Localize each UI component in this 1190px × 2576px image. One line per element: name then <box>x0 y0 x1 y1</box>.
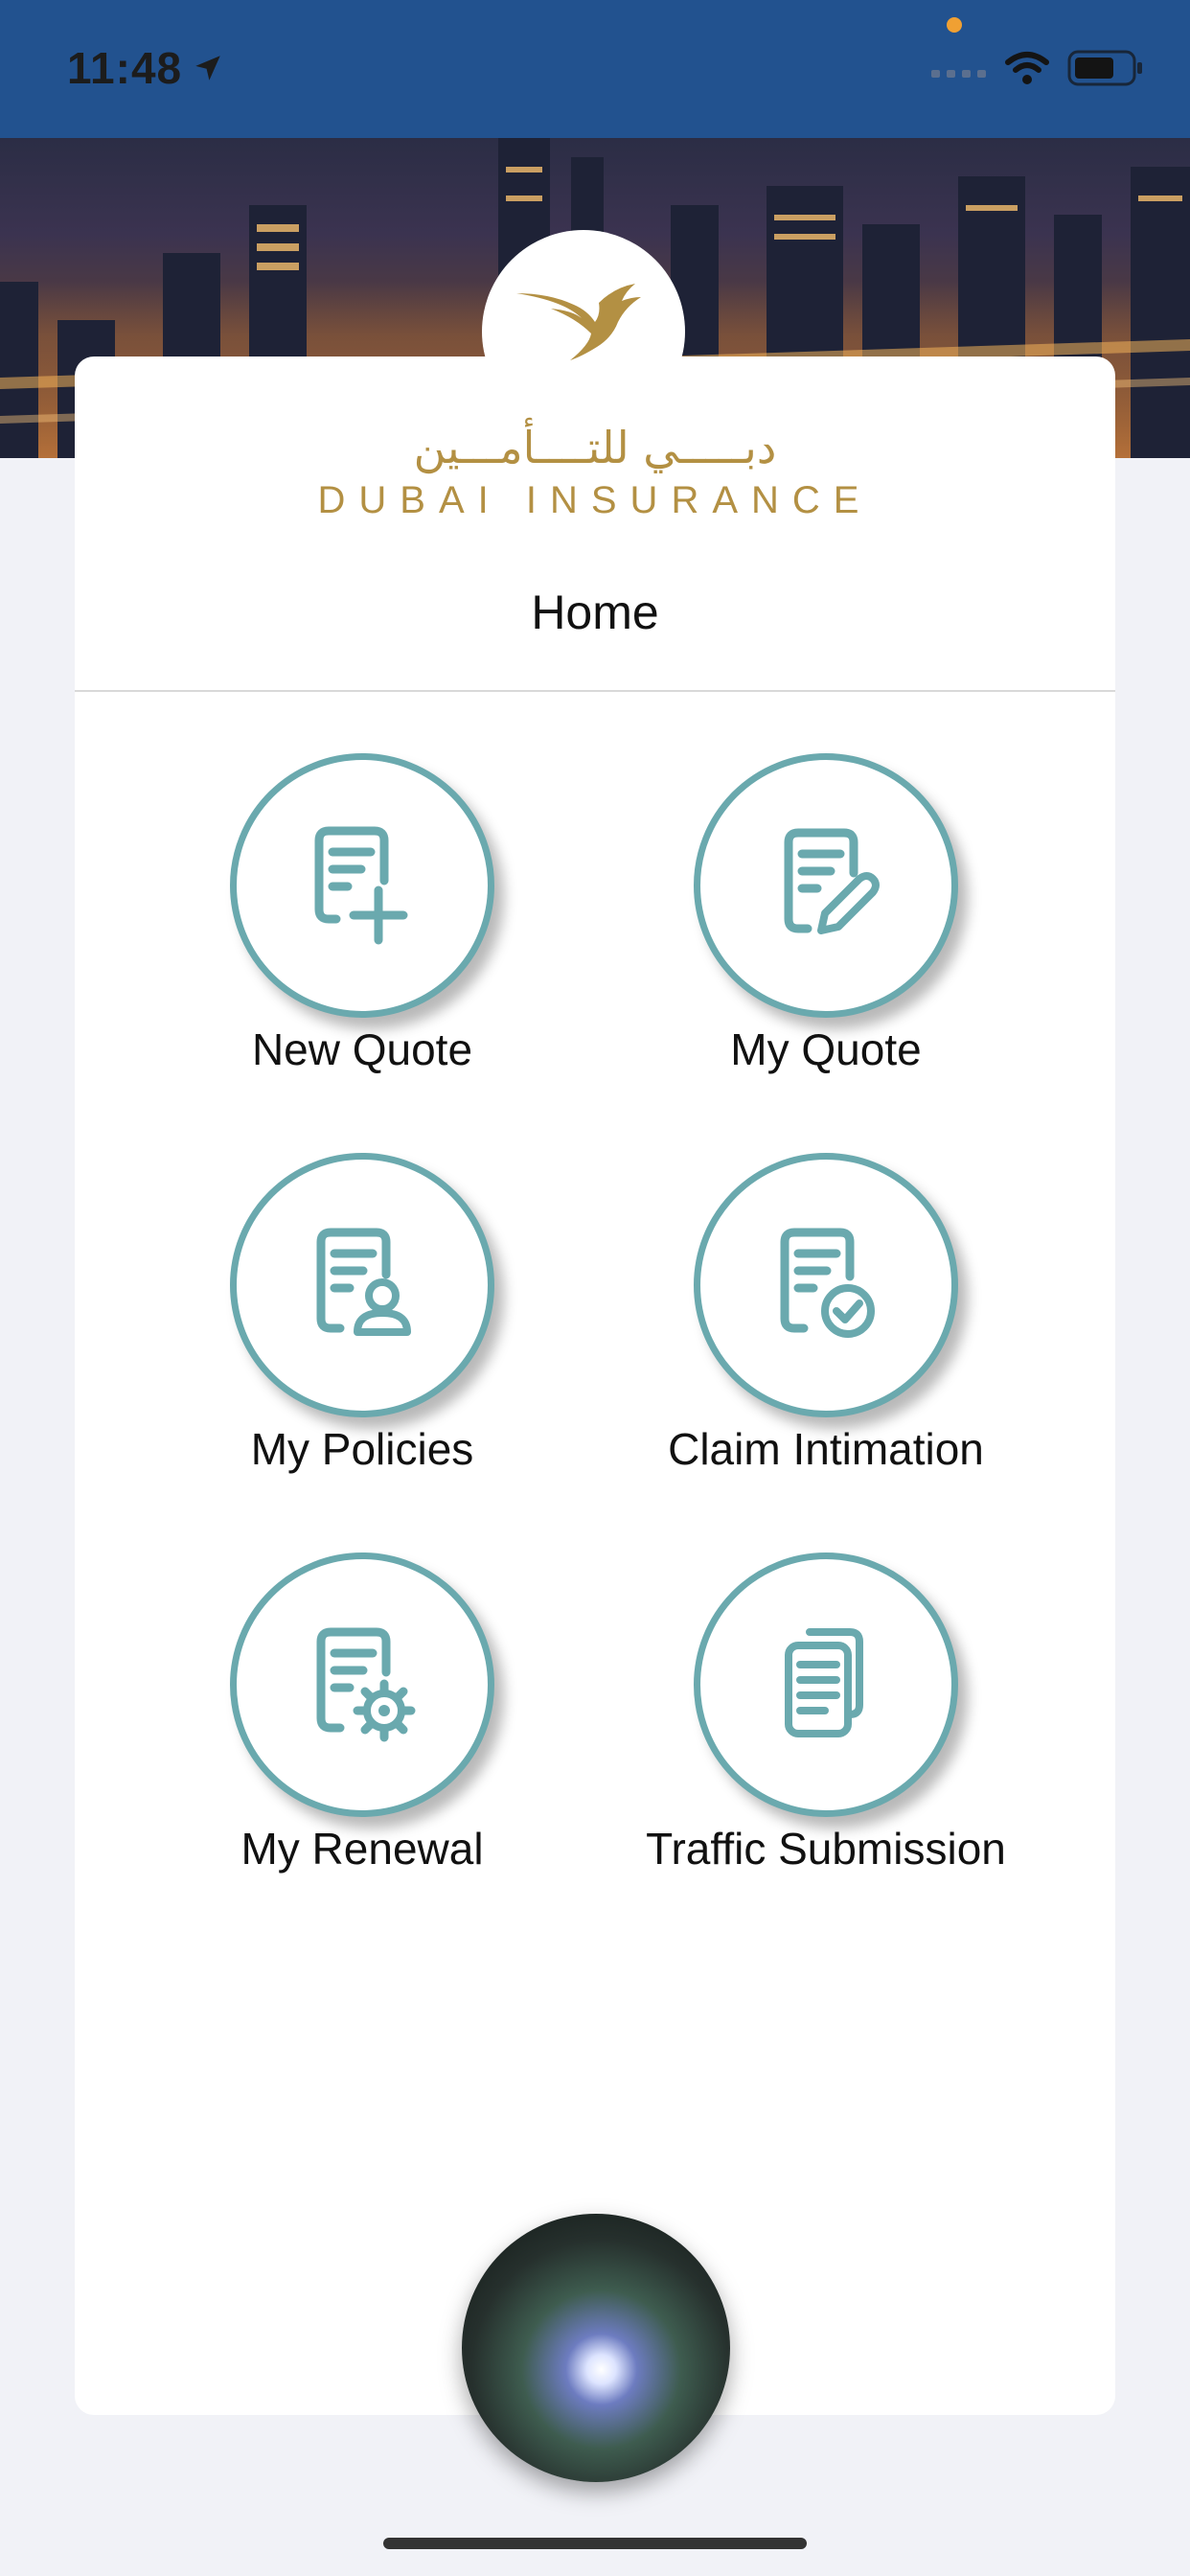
menu-tile-new-quote[interactable]: New Quote <box>132 753 592 1075</box>
menu-tile-claim-intimation[interactable]: Claim Intimation <box>596 1153 1056 1475</box>
location-arrow-icon <box>195 56 220 80</box>
battery-icon <box>1067 50 1142 86</box>
document-edit-icon <box>784 828 880 934</box>
header-divider <box>75 690 1115 692</box>
status-time-text: 11:48 <box>67 43 183 93</box>
menu-tile-traffic-submission[interactable]: Traffic Submission <box>596 1552 1056 1874</box>
signal-icon <box>931 70 986 78</box>
claim-intimation-label: Claim Intimation <box>668 1424 984 1474</box>
privacy-indicator-dot <box>947 17 962 33</box>
status-icons <box>931 50 1144 86</box>
wifi-icon <box>1005 52 1049 84</box>
traffic-submission-button[interactable] <box>694 1552 958 1817</box>
my-policies-label: My Policies <box>250 1424 474 1474</box>
document-user-icon <box>316 1228 411 1336</box>
logo-english-text: DUBAI INSURANCE <box>317 479 873 521</box>
page-title: Home <box>531 586 659 639</box>
falcon-logo-icon <box>516 284 641 360</box>
traffic-submission-label: Traffic Submission <box>646 1824 1006 1874</box>
document-check-icon <box>780 1228 875 1338</box>
document-settings-icon <box>316 1627 416 1742</box>
menu-tile-my-policies[interactable]: My Policies <box>132 1153 592 1475</box>
menu-tile-my-quote[interactable]: My Quote <box>596 753 1056 1075</box>
siri-orb[interactable] <box>462 2214 730 2482</box>
logo-arabic-text: دبـــــي للتــــأمـــين <box>413 422 777 473</box>
documents-stack-icon <box>785 1628 863 1737</box>
my-quote-label: My Quote <box>730 1024 922 1074</box>
my-renewal-button[interactable] <box>230 1552 494 1817</box>
logo-badge <box>482 230 685 433</box>
home-indicator[interactable] <box>383 2538 807 2549</box>
document-add-icon <box>314 826 408 945</box>
claim-intimation-button[interactable] <box>694 1153 958 1417</box>
status-bar: 11:48 <box>0 0 1190 138</box>
menu-tile-my-renewal[interactable]: My Renewal <box>132 1552 592 1874</box>
my-renewal-label: My Renewal <box>240 1824 484 1874</box>
new-quote-label: New Quote <box>251 1024 473 1074</box>
status-time: 11:48 <box>67 42 224 94</box>
my-quote-button[interactable] <box>694 753 958 1018</box>
my-policies-button[interactable] <box>230 1153 494 1417</box>
new-quote-button[interactable] <box>230 753 494 1018</box>
